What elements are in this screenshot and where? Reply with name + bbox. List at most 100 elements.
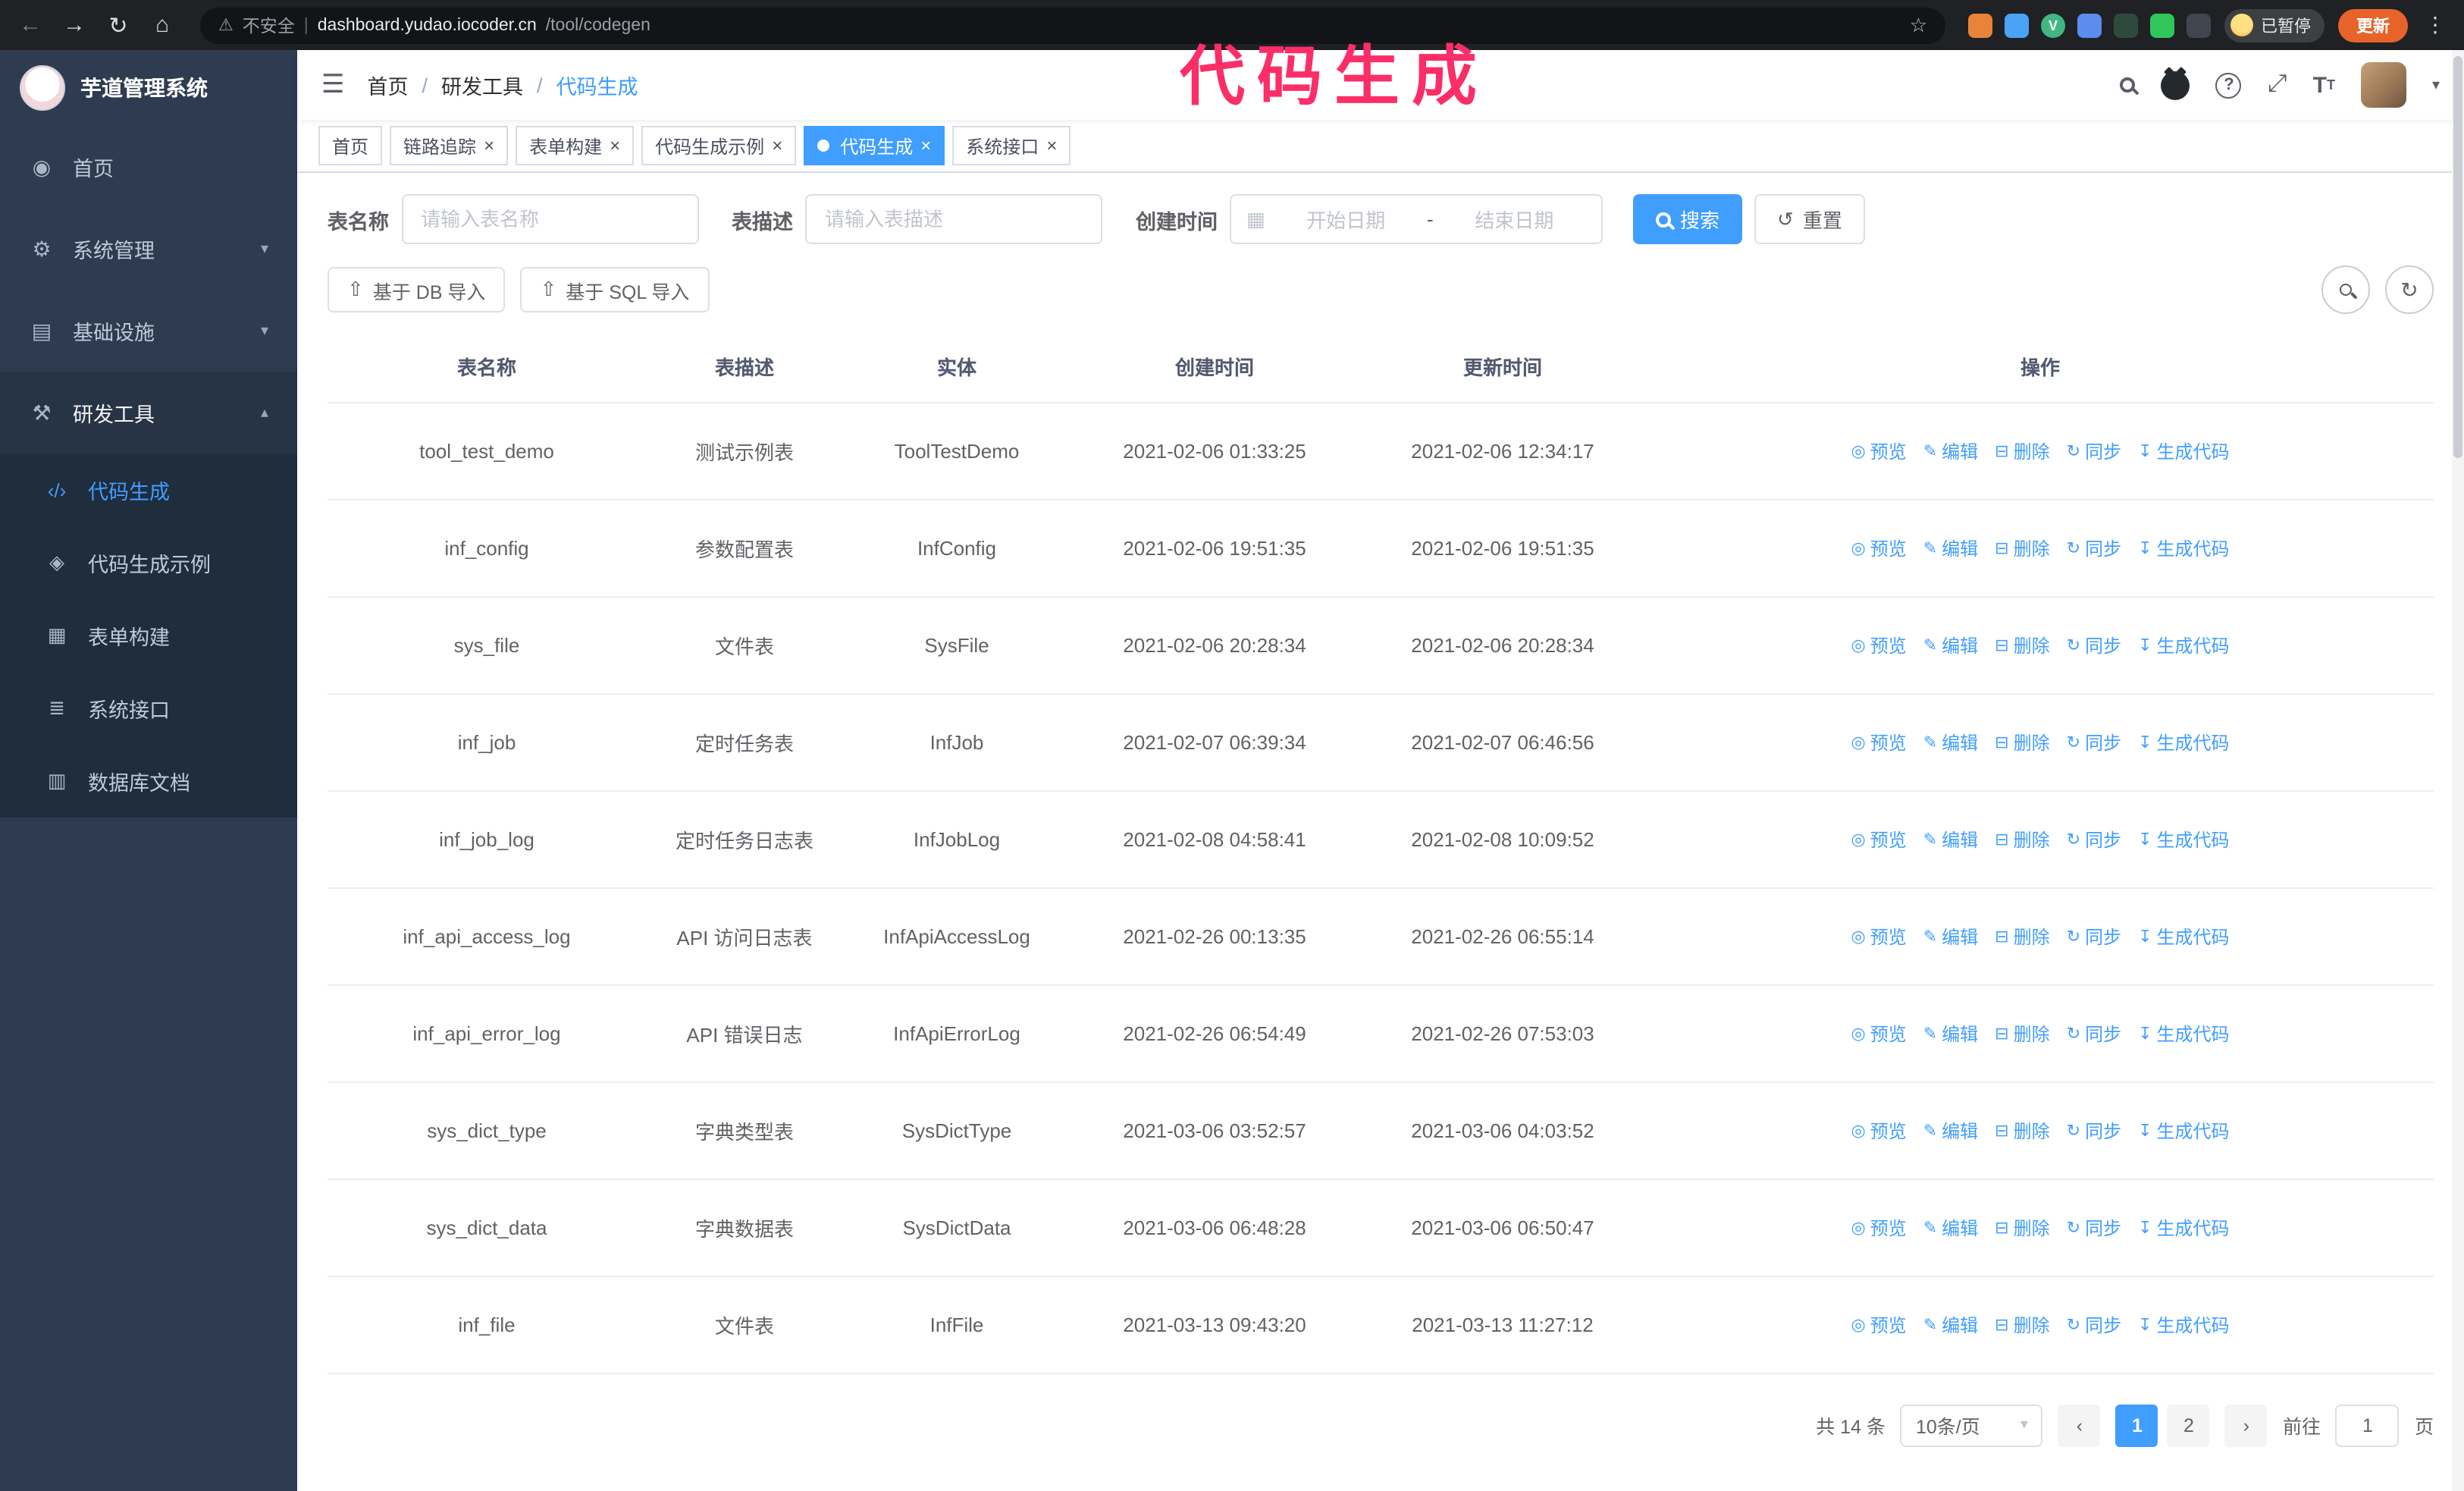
- accounts-extension-icon[interactable]: [2077, 13, 2102, 37]
- sidebar-subitem-1[interactable]: ◈ 代码生成示例: [0, 526, 297, 599]
- preview-link[interactable]: ◎ 预览: [1851, 923, 1906, 949]
- edit-link[interactable]: ✎ 编辑: [1923, 632, 1978, 658]
- address-bar[interactable]: ⚠ 不安全 | dashboard.yudao.iocoder.cn/tool/…: [200, 7, 1945, 43]
- table-desc-input[interactable]: [805, 194, 1102, 244]
- goto-page-input[interactable]: [2335, 1404, 2400, 1446]
- sidebar-subitem-0[interactable]: ‹/› 代码生成: [0, 454, 297, 526]
- prev-page-button[interactable]: ‹: [2058, 1404, 2101, 1446]
- screen-capture-extension-icon[interactable]: [2114, 13, 2138, 37]
- edit-link[interactable]: ✎ 编辑: [1923, 535, 1978, 560]
- close-icon[interactable]: ×: [920, 137, 931, 155]
- table-name-input[interactable]: [401, 194, 698, 244]
- generate-code-link[interactable]: ↧ 生成代码: [2138, 729, 2229, 755]
- page-button-2[interactable]: 2: [2167, 1404, 2210, 1446]
- user-avatar[interactable]: [2360, 62, 2406, 108]
- question-icon[interactable]: ?: [2215, 72, 2242, 98]
- next-page-button[interactable]: ›: [2224, 1404, 2268, 1446]
- edit-link[interactable]: ✎ 编辑: [1923, 1117, 1978, 1143]
- breadcrumb-devtools[interactable]: 研发工具: [441, 70, 523, 100]
- generate-code-link[interactable]: ↧ 生成代码: [2138, 1117, 2229, 1143]
- preview-link[interactable]: ◎ 预览: [1851, 1020, 1906, 1046]
- preview-link[interactable]: ◎ 预览: [1851, 632, 1906, 658]
- sync-link[interactable]: ↻ 同步: [2067, 1214, 2121, 1240]
- sync-link[interactable]: ↻ 同步: [2067, 438, 2121, 463]
- sync-link[interactable]: ↻ 同步: [2067, 535, 2121, 560]
- generate-code-link[interactable]: ↧ 生成代码: [2138, 1020, 2229, 1046]
- refresh-table-button[interactable]: ↻: [2385, 265, 2434, 314]
- page-button-1[interactable]: 1: [2115, 1404, 2158, 1446]
- home-icon[interactable]: ⌂: [147, 12, 177, 38]
- edit-link[interactable]: ✎ 编辑: [1923, 826, 1978, 852]
- delete-link[interactable]: ⊟ 删除: [1995, 632, 2049, 658]
- edit-link[interactable]: ✎ 编辑: [1923, 923, 1978, 949]
- tab-1[interactable]: 链路追踪 ×: [390, 126, 509, 165]
- tab-5[interactable]: 系统接口 ×: [952, 126, 1071, 165]
- page-size-select[interactable]: 10条/页 ▾: [1900, 1404, 2043, 1446]
- preview-link[interactable]: ◎ 预览: [1851, 535, 1906, 560]
- sync-link[interactable]: ↻ 同步: [2067, 1311, 2121, 1337]
- forward-icon[interactable]: →: [59, 12, 89, 38]
- tab-2[interactable]: 表单构建 ×: [516, 126, 635, 165]
- delete-link[interactable]: ⊟ 删除: [1995, 438, 2049, 463]
- scrollbar[interactable]: [2452, 50, 2464, 1491]
- import-sql-button[interactable]: ⇧ 基于 SQL 导入: [520, 267, 710, 312]
- delete-link[interactable]: ⊟ 删除: [1995, 535, 2049, 560]
- sidebar-subitem-3[interactable]: ≣ 系统接口: [0, 672, 297, 745]
- delete-link[interactable]: ⊟ 删除: [1995, 826, 2049, 852]
- delete-link[interactable]: ⊟ 删除: [1995, 923, 2049, 949]
- profile-paused-chip[interactable]: 已暂停: [2224, 8, 2324, 42]
- sync-link[interactable]: ↻ 同步: [2067, 1020, 2121, 1046]
- reload-icon[interactable]: ↻: [103, 11, 133, 39]
- leaf-extension-icon[interactable]: [2150, 13, 2174, 37]
- search-button[interactable]: 搜索: [1633, 194, 1743, 244]
- sync-link[interactable]: ↻ 同步: [2067, 729, 2121, 755]
- sidebar-subitem-2[interactable]: ▦ 表单构建: [0, 599, 297, 672]
- sidebar-item-0[interactable]: ◉ 首页: [0, 126, 297, 208]
- generate-code-link[interactable]: ↧ 生成代码: [2138, 438, 2229, 463]
- delete-link[interactable]: ⊟ 删除: [1995, 1020, 2049, 1046]
- reset-button[interactable]: ↺ 重置: [1754, 194, 1865, 244]
- collapse-sidebar-icon[interactable]: ☰: [321, 70, 345, 100]
- delete-link[interactable]: ⊟ 删除: [1995, 1214, 2049, 1240]
- sync-link[interactable]: ↻ 同步: [2067, 1117, 2121, 1143]
- sidebar-subitem-4[interactable]: ▥ 数据库文档: [0, 745, 297, 818]
- preview-link[interactable]: ◎ 预览: [1851, 729, 1906, 755]
- generate-code-link[interactable]: ↧ 生成代码: [2138, 826, 2229, 852]
- water-drop-extension-icon[interactable]: [2005, 13, 2029, 37]
- edit-link[interactable]: ✎ 编辑: [1923, 1020, 1978, 1046]
- sync-link[interactable]: ↻ 同步: [2067, 923, 2121, 949]
- generate-code-link[interactable]: ↧ 生成代码: [2138, 923, 2229, 949]
- font-size-icon[interactable]: TT: [2313, 72, 2335, 98]
- close-icon[interactable]: ×: [1046, 137, 1057, 155]
- close-icon[interactable]: ×: [772, 137, 782, 155]
- sync-link[interactable]: ↻ 同步: [2067, 826, 2121, 852]
- fox-extension-icon[interactable]: [1968, 13, 1992, 37]
- edit-link[interactable]: ✎ 编辑: [1923, 438, 1978, 463]
- toggle-search-button[interactable]: [2321, 265, 2370, 314]
- delete-link[interactable]: ⊟ 删除: [1995, 729, 2049, 755]
- update-button[interactable]: 更新: [2338, 8, 2408, 42]
- edit-link[interactable]: ✎ 编辑: [1923, 1214, 1978, 1240]
- github-icon[interactable]: [2161, 71, 2190, 99]
- sidebar-item-3[interactable]: ⚒ 研发工具 ▴: [0, 372, 297, 454]
- sync-link[interactable]: ↻ 同步: [2067, 632, 2121, 658]
- generate-code-link[interactable]: ↧ 生成代码: [2138, 1311, 2229, 1337]
- search-icon[interactable]: [2120, 77, 2136, 93]
- tab-0[interactable]: 首页: [318, 126, 383, 165]
- close-icon[interactable]: ×: [610, 137, 620, 155]
- menu-dots-icon[interactable]: ⋮: [2422, 12, 2449, 38]
- delete-link[interactable]: ⊟ 删除: [1995, 1117, 2049, 1143]
- preview-link[interactable]: ◎ 预览: [1851, 1214, 1906, 1240]
- delete-link[interactable]: ⊟ 删除: [1995, 1311, 2049, 1337]
- fullscreen-icon[interactable]: ⤢: [2268, 71, 2287, 99]
- preview-link[interactable]: ◎ 预览: [1851, 826, 1906, 852]
- chevron-down-icon[interactable]: ▾: [2432, 77, 2440, 93]
- back-icon[interactable]: ←: [15, 12, 45, 38]
- generate-code-link[interactable]: ↧ 生成代码: [2138, 1214, 2229, 1240]
- preview-link[interactable]: ◎ 预览: [1851, 438, 1906, 463]
- generate-code-link[interactable]: ↧ 生成代码: [2138, 632, 2229, 658]
- close-icon[interactable]: ×: [484, 137, 494, 155]
- generate-code-link[interactable]: ↧ 生成代码: [2138, 535, 2229, 560]
- scrollbar-thumb[interactable]: [2453, 56, 2462, 458]
- sidebar-item-2[interactable]: ▤ 基础设施 ▾: [0, 290, 297, 372]
